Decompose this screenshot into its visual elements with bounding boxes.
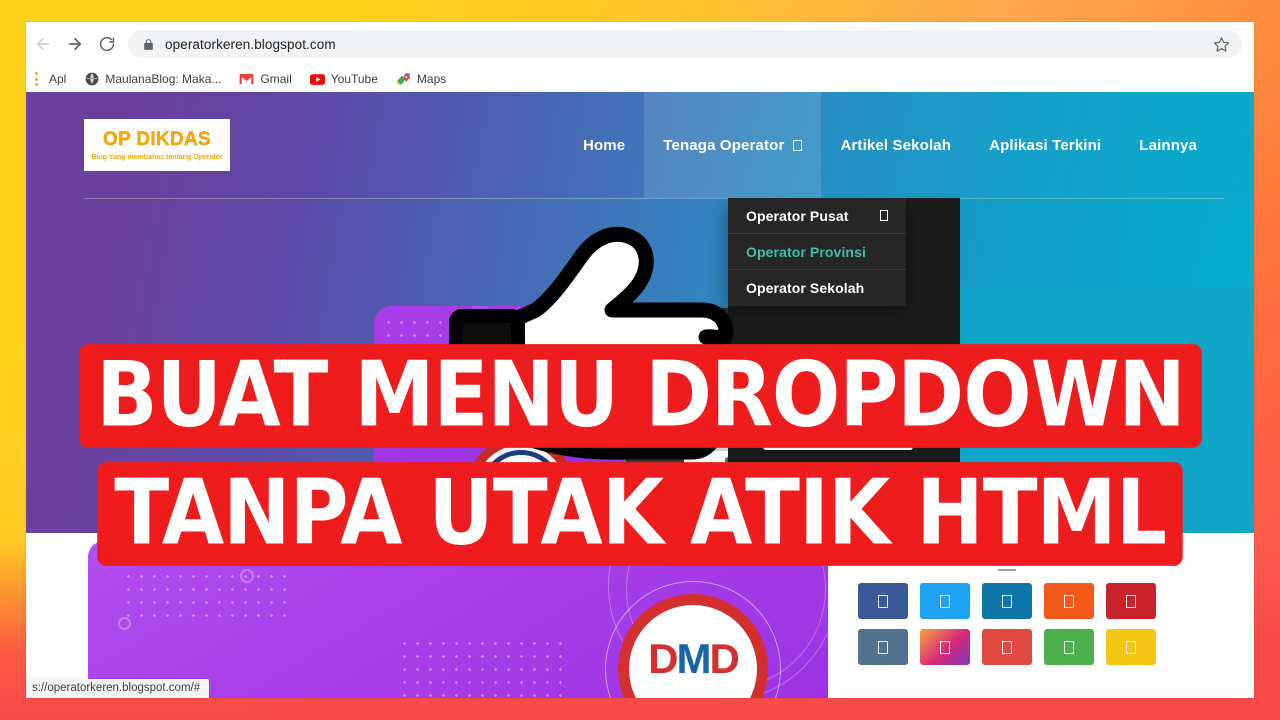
pmp-badge-sub: DIKDASMEN xyxy=(494,529,548,538)
star-icon[interactable] xyxy=(1208,31,1234,57)
featured-post-card[interactable]: DMD xyxy=(88,541,828,698)
pmp-badge: DIKDASMEN PMP xyxy=(466,436,576,546)
twitter-icon xyxy=(940,594,950,608)
social-button-rss[interactable] xyxy=(1044,583,1094,619)
gmail-icon xyxy=(239,72,254,87)
bookmark-item-apl[interactable]: Apl xyxy=(40,70,75,88)
nav-label: Lainnya xyxy=(1139,136,1197,154)
chevron-right-icon xyxy=(880,210,888,221)
artikel-lainnya-button[interactable]: ARTIKEL LAINNYA xyxy=(763,418,913,450)
lock-icon xyxy=(142,38,155,51)
dribbble-icon xyxy=(1002,640,1012,654)
nav-label: Home xyxy=(583,136,626,154)
main-navigation: Home Tenaga Operator Artikel Sekolah Apl… xyxy=(564,92,1216,198)
bookmark-label: MaulanaBlog: Maka... xyxy=(105,72,222,86)
nav-item-artikel-sekolah[interactable]: Artikel Sekolah xyxy=(821,92,970,198)
logo-title: OP DIKDAS xyxy=(103,128,211,150)
pinterest-icon xyxy=(1126,594,1136,608)
dmd-letter-3: D xyxy=(709,635,740,682)
apps-grid-icon[interactable] xyxy=(34,72,38,86)
dmd-letter-2: M xyxy=(676,635,712,682)
header-divider xyxy=(84,198,1224,199)
browser-window: operatorkeren.blogspot.com Apl MaulanaBl… xyxy=(26,22,1254,698)
facebook-icon xyxy=(878,594,888,608)
back-button[interactable] xyxy=(28,29,58,59)
nav-item-aplikasi-terkini[interactable]: Aplikasi Terkini xyxy=(970,92,1120,198)
page-bottom-section: DMD Social Plugin xyxy=(26,533,1254,698)
bookmark-label: Maps xyxy=(416,72,447,86)
dropdown-label: Operator Pusat xyxy=(746,207,849,224)
status-bar-link-preview: s://operatorkeren.blogspot.com/# xyxy=(26,679,210,698)
hero-section: DIKDASMEN PMP Operator Pusat Operator Pr… xyxy=(26,198,1254,698)
social-button-linkedin[interactable] xyxy=(982,583,1032,619)
site-logo[interactable]: OP DIKDAS Blog Yang membahas tentang Ope… xyxy=(84,119,230,171)
social-button-snapchat[interactable] xyxy=(1106,629,1156,665)
social-button-instagram[interactable] xyxy=(920,629,970,665)
bookmark-label: YouTube xyxy=(330,72,378,86)
dropdown-item-operator-pusat[interactable]: Operator Pusat xyxy=(728,198,906,234)
maps-pin-icon xyxy=(396,72,411,87)
bookmark-label: Gmail xyxy=(260,72,292,86)
dmd-logo: DMD xyxy=(605,581,781,698)
social-buttons-grid xyxy=(858,583,1156,665)
browser-toolbar: operatorkeren.blogspot.com xyxy=(26,22,1254,66)
dropdown-item-operator-provinsi[interactable]: Operator Provinsi xyxy=(728,234,906,270)
linkedin-icon xyxy=(1002,594,1012,608)
tumblr-icon xyxy=(878,640,888,654)
instagram-icon xyxy=(940,640,950,654)
social-button-facebook[interactable] xyxy=(858,583,908,619)
social-button-whatsapp[interactable] xyxy=(1044,629,1094,665)
forward-button[interactable] xyxy=(60,29,90,59)
whatsapp-icon xyxy=(1064,640,1074,654)
reload-button[interactable] xyxy=(92,29,122,59)
globe-icon xyxy=(84,72,99,87)
dmd-letter-1: D xyxy=(648,635,678,682)
social-plugin-widget: Social Plugin xyxy=(842,533,1172,698)
site-header: OP DIKDAS Blog Yang membahas tentang Ope… xyxy=(26,92,1254,198)
bookmark-item-maulanablog[interactable]: MaulanaBlog: Maka... xyxy=(75,70,230,89)
pmp-badge-label: PMP xyxy=(488,478,554,499)
nav-item-home[interactable]: Home xyxy=(564,92,644,198)
title-underline xyxy=(998,569,1016,571)
youtube-icon xyxy=(309,72,325,87)
bookmarks-bar: Apl MaulanaBlog: Maka... Gmail YouTube M… xyxy=(26,66,1254,92)
nav-label: Aplikasi Terkini xyxy=(989,136,1102,154)
social-button-dribbble[interactable] xyxy=(982,629,1032,665)
nav-label: Tenaga Operator xyxy=(663,136,785,154)
bookmark-item-maps[interactable]: Maps xyxy=(387,70,455,89)
nav-item-tenaga-operator[interactable]: Tenaga Operator xyxy=(644,92,822,198)
social-plugin-title: Social Plugin xyxy=(960,543,1054,560)
social-button-tumblr[interactable] xyxy=(858,629,908,665)
social-button-twitter[interactable] xyxy=(920,583,970,619)
address-bar-url[interactable]: operatorkeren.blogspot.com xyxy=(165,37,1208,52)
video-frame-background: operatorkeren.blogspot.com Apl MaulanaBl… xyxy=(0,0,1280,720)
bookmark-item-youtube[interactable]: YouTube xyxy=(301,70,387,89)
nav-item-lainnya[interactable]: Lainnya xyxy=(1120,92,1216,198)
logo-subtitle: Blog Yang membahas tentang Operator xyxy=(91,151,223,161)
dropdown-label: Operator Provinsi xyxy=(746,243,866,260)
dropdown-item-operator-sekolah[interactable]: Operator Sekolah xyxy=(728,270,906,306)
rss-icon xyxy=(1064,594,1074,608)
tenaga-operator-dropdown: Operator Pusat Operator Provinsi Operato… xyxy=(728,198,906,306)
nav-label: Artikel Sekolah xyxy=(840,136,952,154)
chevron-down-icon xyxy=(793,139,803,151)
dropdown-label: Operator Sekolah xyxy=(746,280,865,296)
address-bar[interactable]: operatorkeren.blogspot.com xyxy=(128,30,1242,58)
social-button-pinterest[interactable] xyxy=(1106,583,1156,619)
bookmark-item-gmail[interactable]: Gmail xyxy=(230,70,300,89)
snapchat-icon xyxy=(1126,640,1136,654)
page-viewport: OP DIKDAS Blog Yang membahas tentang Ope… xyxy=(26,92,1254,698)
bookmark-label: Apl xyxy=(49,72,67,86)
